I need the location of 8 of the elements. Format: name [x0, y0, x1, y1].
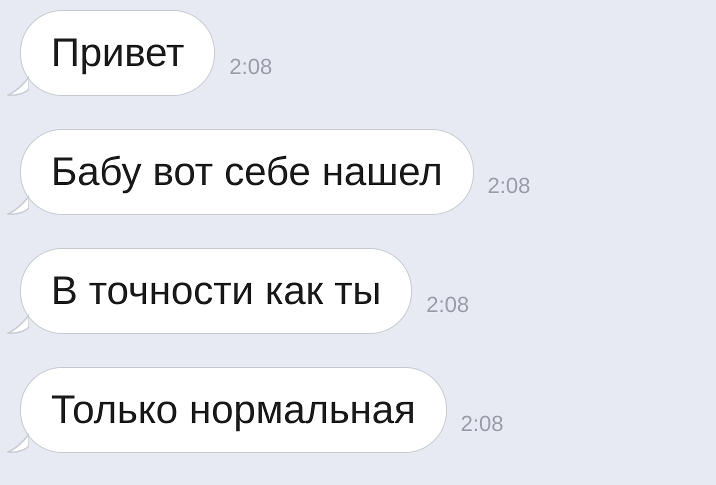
message-time: 2:08: [426, 292, 470, 318]
message-text: Бабу вот себе нашел: [51, 150, 443, 194]
message-text: Привет: [51, 30, 184, 76]
message-time: 2:08: [488, 173, 530, 199]
message-text: В точности как ты: [51, 268, 382, 314]
message-text: Только нормальная: [51, 388, 416, 432]
message-time: 2:08: [460, 411, 504, 437]
message-time: 2:08: [229, 54, 272, 80]
